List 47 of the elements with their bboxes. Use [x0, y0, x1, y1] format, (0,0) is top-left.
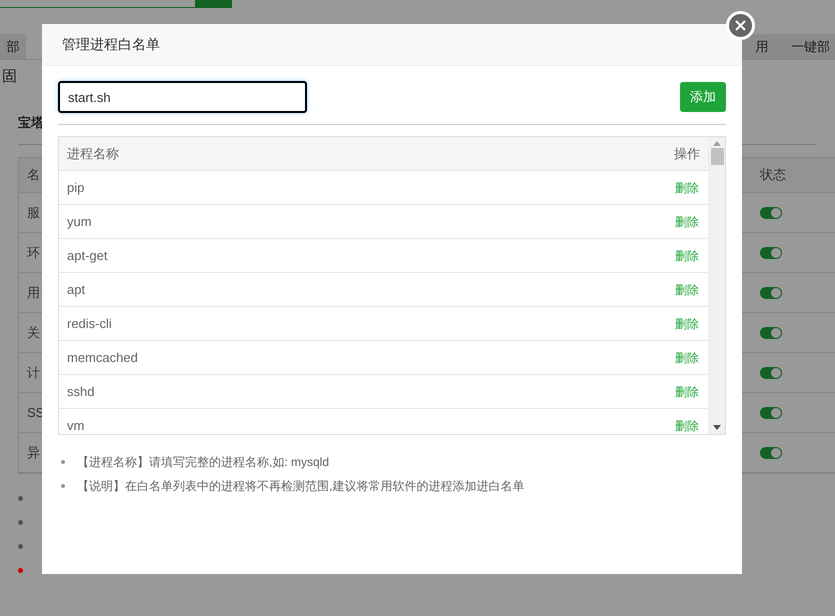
toggle-switch[interactable]	[760, 286, 782, 298]
toggle-switch[interactable]	[760, 366, 782, 378]
scroll-down-icon[interactable]	[713, 425, 721, 430]
close-icon	[735, 20, 746, 31]
scrollbar[interactable]	[708, 137, 725, 434]
delete-link[interactable]: 删除	[675, 348, 700, 366]
scroll-up-icon[interactable]	[713, 141, 721, 146]
tab[interactable]: 部	[0, 34, 26, 59]
table-cell-text: 环	[27, 244, 40, 262]
delete-link[interactable]: 删除	[675, 178, 700, 196]
close-button[interactable]	[726, 11, 755, 40]
tab[interactable]: 一键部	[786, 34, 835, 59]
table-cell-text: apt-get	[67, 246, 108, 265]
note-text: 【说明】在白名单列表中的进程将不再检测范围,建议将常用软件的进程添加进白名单	[77, 478, 524, 495]
toggle-switch[interactable]	[760, 206, 782, 218]
table-cell-text: 用	[27, 284, 40, 302]
table-cell-text: pip	[67, 178, 84, 197]
table-cell-text: 计	[27, 364, 40, 382]
column-header: 进程名称	[67, 144, 119, 163]
delete-link[interactable]: 删除	[675, 246, 700, 264]
toggle-switch[interactable]	[760, 326, 782, 338]
table-cell-text: sshd	[67, 382, 94, 401]
column-header: 名	[27, 166, 40, 184]
toggle-switch[interactable]	[760, 246, 782, 258]
add-button[interactable]: 添加	[680, 82, 726, 112]
input-field[interactable]: start.sh	[58, 81, 307, 113]
table-cell-text: vm	[67, 416, 84, 434]
column-header: 状态	[760, 166, 787, 184]
table-cell-text: apt	[67, 280, 86, 299]
column-header: 操作	[674, 144, 700, 163]
delete-link[interactable]: 删除	[675, 416, 700, 434]
table-cell-text: 服	[27, 204, 40, 222]
delete-link[interactable]: 删除	[675, 314, 700, 332]
table-cell-text: 关	[27, 324, 40, 342]
table-cell-text: memcached	[67, 348, 138, 367]
toggle-switch[interactable]	[760, 446, 782, 458]
dialog-title: 管理进程白名单	[62, 35, 160, 54]
table-cell-text: yum	[67, 212, 92, 231]
table-cell-text: redis-cli	[67, 314, 112, 333]
delete-link[interactable]: 删除	[675, 212, 700, 230]
note-text: 【进程名称】请填写完整的进程名称,如: mysqld	[77, 454, 330, 471]
panel-title: 固	[2, 67, 17, 87]
table-cell-text: 异	[27, 444, 40, 462]
delete-link[interactable]: 删除	[675, 280, 700, 298]
scrollbar-thumb[interactable]	[710, 148, 724, 165]
toggle-switch[interactable]	[760, 406, 782, 418]
delete-link[interactable]: 删除	[675, 382, 700, 400]
